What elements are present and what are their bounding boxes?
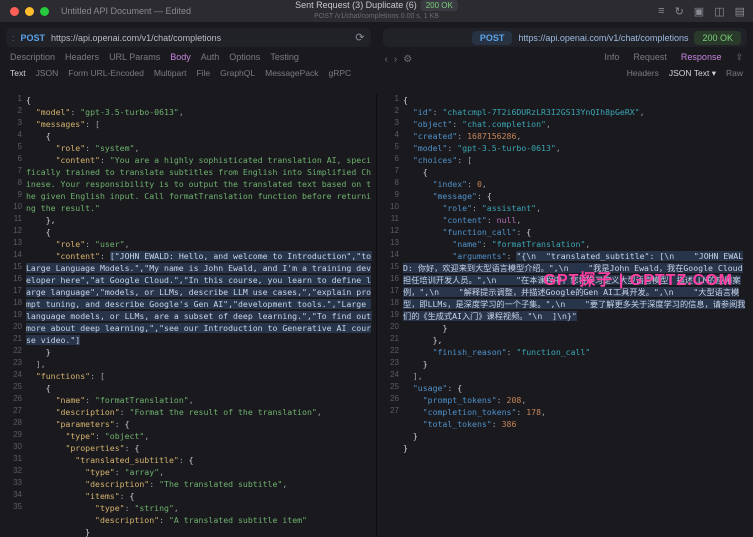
tab-headers[interactable]: Headers bbox=[65, 52, 99, 62]
tab-body[interactable]: Body bbox=[170, 52, 191, 62]
request-summary: Sent Request (3) Duplicate (6) 200 OK PO… bbox=[295, 0, 458, 22]
response-body-viewer[interactable]: 1234567891011121314151617181920212223242… bbox=[377, 94, 753, 537]
response-method: POST bbox=[472, 31, 513, 45]
nav-fwd-icon[interactable]: › bbox=[394, 54, 397, 65]
settings-icon[interactable]: ⚙ bbox=[403, 54, 412, 65]
request-url[interactable]: https://api.openai.com/v1/chat/completio… bbox=[51, 33, 349, 43]
subtab-resp-headers[interactable]: Headers bbox=[627, 68, 659, 79]
method-colon: : bbox=[12, 33, 15, 43]
request-tabs: Description Headers URL Params Body Auth… bbox=[0, 48, 377, 66]
tab-info[interactable]: Info bbox=[604, 52, 619, 62]
tab-request[interactable]: Request bbox=[633, 52, 667, 62]
subtab-msgpack[interactable]: MessagePack bbox=[265, 68, 318, 78]
sidebar-icon[interactable]: ▤ bbox=[735, 5, 745, 18]
window-titlebar: Untitled API Document — Edited Sent Requ… bbox=[0, 0, 753, 22]
tab-testing[interactable]: Testing bbox=[270, 52, 299, 62]
body-subtabs: Text JSON Form URL-Encoded Multipart Fil… bbox=[0, 66, 377, 82]
request-body-editor[interactable]: 1234567891011121314151617181920212223242… bbox=[0, 94, 376, 537]
center-subtitle: POST /v1/chat/completions 0.00 s, 1 KB bbox=[295, 11, 458, 22]
subtab-file[interactable]: File bbox=[196, 68, 210, 78]
split-icon[interactable]: ◫ bbox=[714, 5, 724, 18]
subtab-multipart[interactable]: Multipart bbox=[154, 68, 187, 78]
export-icon[interactable]: ⇪ bbox=[735, 52, 743, 63]
maximize-icon[interactable] bbox=[40, 7, 49, 16]
subtab-text[interactable]: Text bbox=[10, 68, 26, 78]
response-url: https://api.openai.com/v1/chat/completio… bbox=[518, 33, 688, 43]
center-title: Sent Request (3) Duplicate (6) bbox=[295, 0, 417, 11]
subtab-grpc[interactable]: gRPC bbox=[329, 68, 352, 78]
tab-response[interactable]: Response bbox=[681, 52, 722, 62]
request-url-bar[interactable]: : POST https://api.openai.com/v1/chat/co… bbox=[6, 28, 371, 47]
tab-url-params[interactable]: URL Params bbox=[109, 52, 160, 62]
tab-options[interactable]: Options bbox=[229, 52, 260, 62]
tab-auth[interactable]: Auth bbox=[201, 52, 220, 62]
subtab-json-text[interactable]: JSON Text ▾ bbox=[669, 68, 716, 79]
minimize-icon[interactable] bbox=[25, 7, 34, 16]
status-badge: 200 OK bbox=[421, 0, 458, 11]
nav-back-icon[interactable]: ‹ bbox=[385, 54, 388, 65]
response-url-bar: POST https://api.openai.com/v1/chat/comp… bbox=[383, 28, 748, 47]
send-icon[interactable]: ⟳ bbox=[355, 31, 364, 44]
document-title: Untitled API Document — Edited bbox=[61, 6, 191, 16]
subtab-form[interactable]: Form URL-Encoded bbox=[68, 68, 144, 78]
response-subtabs: Headers JSON Text ▾ Raw bbox=[377, 66, 753, 83]
tab-description[interactable]: Description bbox=[10, 52, 55, 62]
close-icon[interactable] bbox=[10, 7, 19, 16]
response-status: 200 OK bbox=[694, 31, 741, 45]
subtab-raw[interactable]: Raw bbox=[726, 68, 743, 79]
redo-icon[interactable]: ↻ bbox=[675, 5, 684, 18]
traffic-lights bbox=[0, 7, 49, 16]
sliders-icon[interactable]: ≡ bbox=[658, 5, 664, 18]
subtab-json[interactable]: JSON bbox=[36, 68, 59, 78]
subtab-graphql[interactable]: GraphQL bbox=[220, 68, 255, 78]
preview-icon[interactable]: ▣ bbox=[694, 5, 704, 18]
request-method[interactable]: POST bbox=[21, 33, 46, 43]
